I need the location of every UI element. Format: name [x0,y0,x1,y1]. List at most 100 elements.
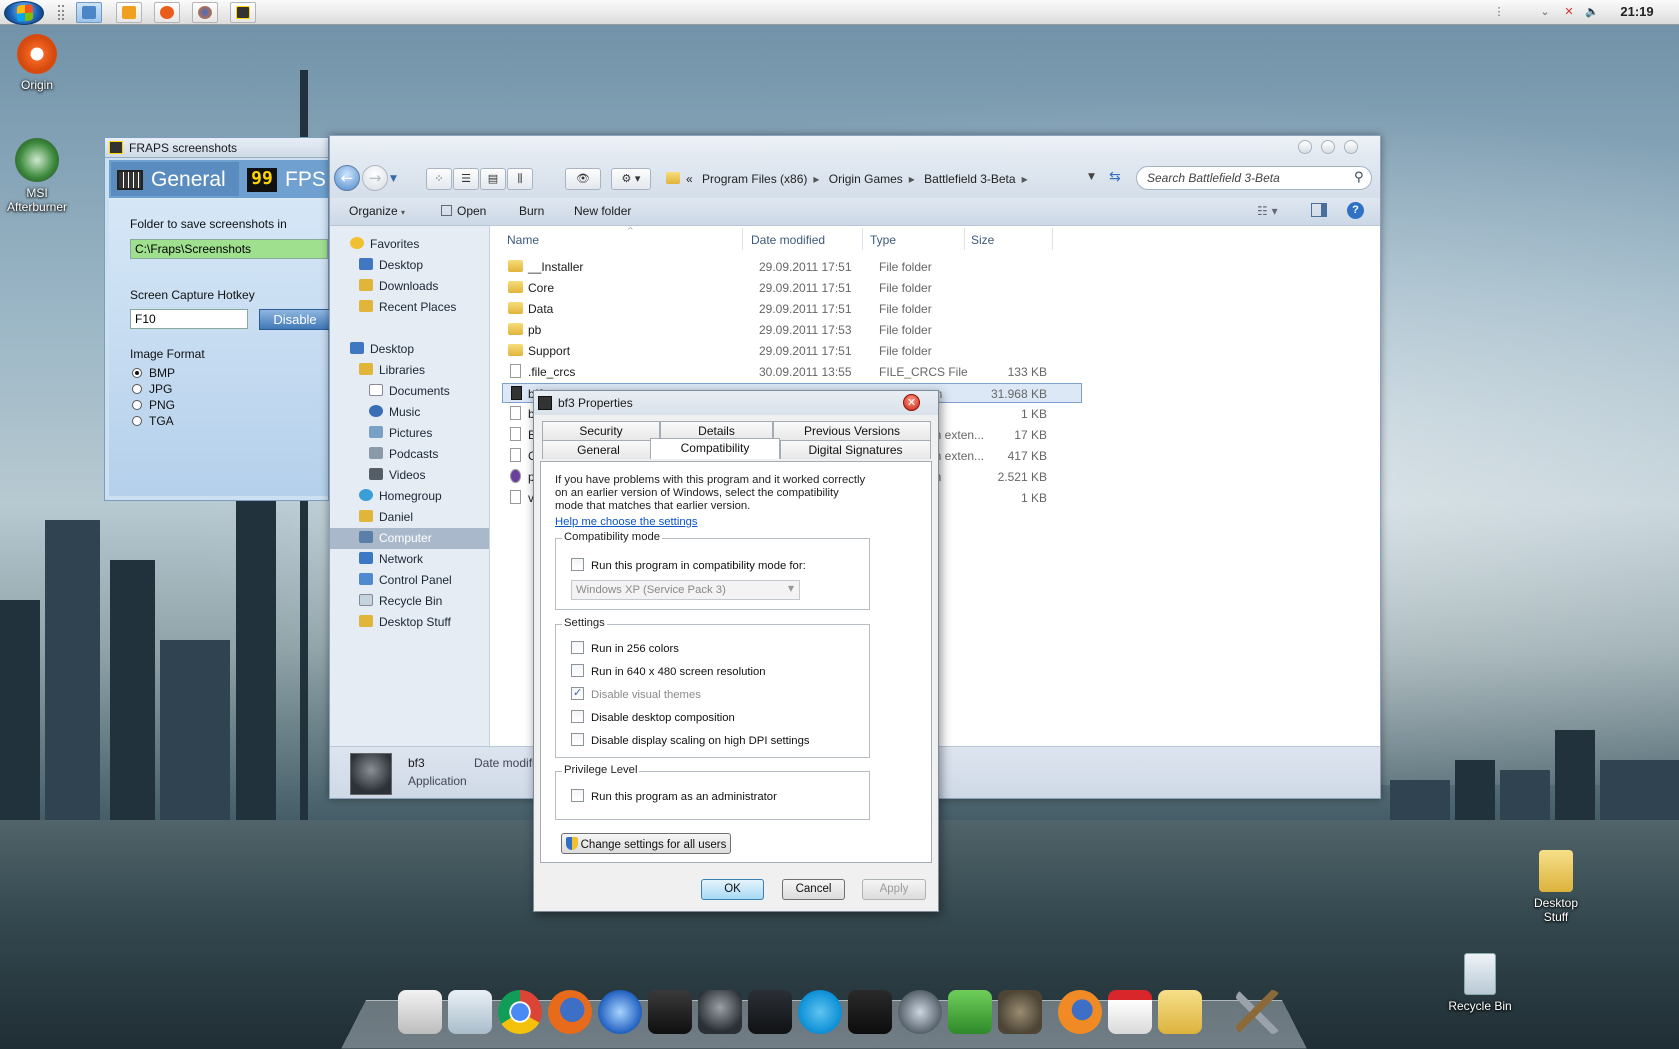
chrome-icon[interactable] [498,990,542,1034]
change-view-icon[interactable]: ☷ ▾ [1257,204,1278,218]
fraps-titlebar[interactable]: FRAPS screenshots [105,138,328,158]
settings-gear-button[interactable]: ⚙ ▾ [611,168,651,190]
breadcrumb-overflow[interactable]: « [686,172,693,186]
tab-previous-versions[interactable]: Previous Versions [773,421,931,440]
taskbar-fraps-button[interactable] [230,2,256,23]
taskbar-media-button[interactable] [116,2,142,23]
column-header-name[interactable]: Name [507,233,539,247]
search-icon[interactable]: ⚲ [1354,170,1364,185]
nav-homegroup[interactable]: Homegroup [330,486,489,507]
ok-button[interactable]: OK [701,879,764,900]
close-button[interactable] [1344,140,1358,154]
compat-os-select[interactable]: Windows XP (Service Pack 3) ▼ [571,580,800,600]
firefox-icon[interactable] [548,990,592,1034]
recycle-bin-icon[interactable] [448,990,492,1034]
explorer-titlebar[interactable] [330,136,1380,158]
speedometer-icon[interactable] [898,990,942,1034]
column-divider[interactable] [742,228,743,250]
preview-eye-button[interactable]: 👁 [565,168,601,190]
nav-recent-places[interactable]: Recent Places [330,297,489,318]
back-arrow-icon[interactable]: ← [334,165,360,191]
volume-icon[interactable]: 🔈 [1585,5,1599,19]
format-radio-bmp[interactable]: BMP [132,366,175,380]
nav-libraries[interactable]: Libraries [330,360,489,381]
view-details-button[interactable]: ▤ [480,168,506,190]
nav-podcasts[interactable]: Podcasts [330,444,489,465]
tools-icon[interactable] [1236,990,1280,1034]
tab-general[interactable]: General [542,440,655,459]
nav-desktop[interactable]: Desktop [330,339,489,360]
notepad-icon[interactable] [398,990,442,1034]
help-icon[interactable]: ? [1347,202,1364,219]
format-radio-png[interactable]: PNG [132,398,175,412]
taskbar-firefox-button[interactable] [192,2,218,23]
steam-icon[interactable] [648,990,692,1034]
tab-fps[interactable]: 99 FPS [243,162,328,196]
file-row[interactable]: pb 29.09.2011 17:53 File folder [502,320,1082,340]
nav-music[interactable]: Music [330,402,489,423]
disable-hotkey-button[interactable]: Disable [259,309,331,330]
desktop-icon-msi-afterburner[interactable]: MSI Afterburner [0,138,77,214]
open-button[interactable]: Open [441,204,486,218]
folder-icon[interactable] [1158,990,1202,1034]
tab-security[interactable]: Security [542,421,660,440]
nav-computer[interactable]: Computer [330,528,489,549]
nav-pictures[interactable]: Pictures [330,423,489,444]
file-row[interactable]: .file_crcs 30.09.2011 13:55 FILE_CRCS File… [502,362,1082,382]
firefox-alt-icon[interactable] [1058,990,1102,1034]
breadcrumb-chevron-icon[interactable]: ▸ [813,172,819,186]
file-row[interactable]: Data 29.09.2011 17:51 File folder [502,299,1082,319]
breadcrumb-chevron-icon[interactable]: ▸ [909,172,915,186]
gimp-icon[interactable] [998,990,1042,1034]
desktop-icon-recycle-bin[interactable]: Recycle Bin [1440,953,1520,1013]
expand-arrow-icon[interactable]: ⌄ [1538,5,1552,19]
format-radio-tga[interactable]: TGA [132,414,174,428]
view-columns-button[interactable]: ⫼ [507,168,533,190]
nav-favorites-desktop[interactable]: Desktop [330,255,489,276]
tab-digital-signatures[interactable]: Digital Signatures [780,440,931,459]
nav-downloads[interactable]: Downloads [330,276,489,297]
setting-visual-themes-checkbox[interactable]: Disable visual themes [571,686,701,701]
breadcrumb-item[interactable]: Origin Games [829,172,903,186]
preview-pane-icon[interactable] [1311,203,1327,217]
change-settings-all-users-button[interactable]: Change settings for all users [561,833,731,854]
file-row[interactable]: __Installer 29.09.2011 17:51 File folder [502,257,1082,277]
view-list-button[interactable]: ☰ [453,168,479,190]
gta-iv-icon[interactable] [848,990,892,1034]
pdf-icon[interactable] [1108,990,1152,1034]
column-header-type[interactable]: Type [870,233,896,247]
file-row[interactable]: Support 29.09.2011 17:51 File folder [502,341,1082,361]
address-dropdown-icon[interactable]: ▼ [1088,172,1095,182]
nav-control-panel[interactable]: Control Panel [330,570,489,591]
battlefield-icon[interactable] [698,990,742,1034]
start-button[interactable] [4,1,44,25]
column-header-size[interactable]: Size [971,233,994,247]
apply-button[interactable]: Apply [862,879,926,900]
file-row[interactable]: Core 29.09.2011 17:51 File folder [502,278,1082,298]
column-divider[interactable] [964,228,965,250]
help-choose-settings-link[interactable]: Help me choose the settings [555,516,698,528]
taskbar-explorer-button[interactable] [76,2,102,23]
screenshot-folder-field[interactable] [130,239,328,259]
cancel-button[interactable]: Cancel [782,879,845,900]
evernote-icon[interactable] [948,990,992,1034]
view-icons-button[interactable]: ⁘ [426,168,452,190]
format-radio-jpg[interactable]: JPG [132,382,172,396]
run-as-admin-checkbox[interactable]: Run this program as an administrator [571,789,777,803]
nav-daniel[interactable]: Daniel [330,507,489,528]
clock[interactable]: 21:19 [1612,4,1662,19]
nav-documents[interactable]: Documents [330,381,489,402]
refresh-icon[interactable]: ⇆ [1109,169,1121,185]
recent-pages-icon[interactable]: ▼ [390,174,397,184]
breadcrumb-item[interactable]: Program Files (x86) [702,172,807,186]
maximize-button[interactable] [1321,140,1335,154]
tab-compatibility[interactable]: Compatibility [650,438,780,459]
search-input[interactable]: Search Battlefield 3-Beta [1136,166,1372,190]
close-icon[interactable]: ✕ [903,394,920,411]
breadcrumb-item[interactable]: Battlefield 3-Beta [924,172,1015,186]
setting-desktop-composition-checkbox[interactable]: Disable desktop composition [571,710,735,724]
column-divider[interactable] [1052,228,1053,250]
setting-256-colors-checkbox[interactable]: Run in 256 colors [571,641,679,655]
burn-button[interactable]: Burn [519,204,544,218]
breadcrumb[interactable]: « Program Files (x86) ▸ Origin Games ▸ Bat… [686,168,1119,190]
